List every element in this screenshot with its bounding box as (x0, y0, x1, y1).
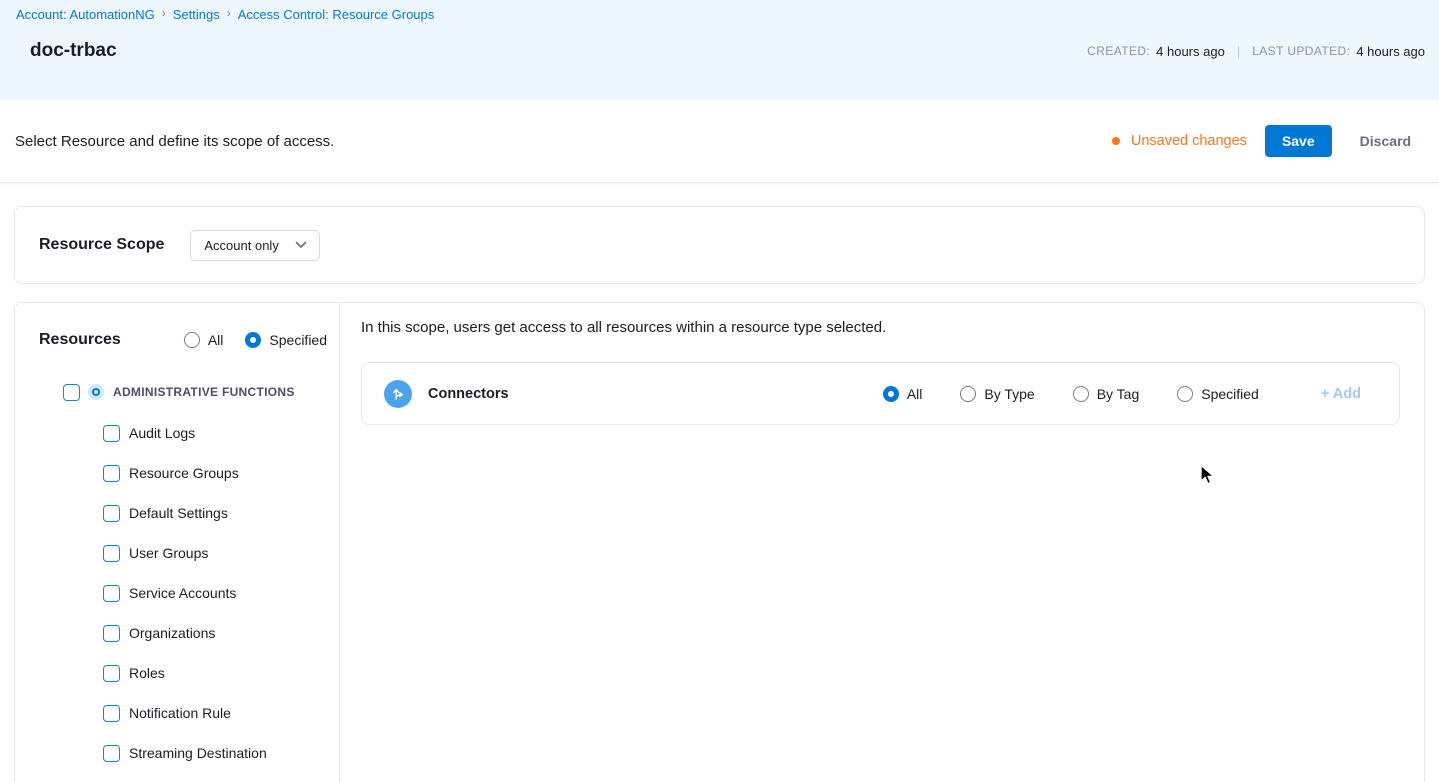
resources-panel: Resources All Specified ADMINIST (15, 303, 340, 782)
radio-label: By Tag (1097, 386, 1140, 402)
save-button[interactable]: Save (1265, 125, 1332, 157)
connectors-row-label: Connectors (428, 386, 509, 402)
resources-title: Resources (39, 331, 121, 349)
breadcrumb-separator-icon: › (227, 6, 231, 20)
radio-option-specified[interactable]: Specified (245, 332, 327, 348)
resource-item-streaming-destination[interactable]: Streaming Destination (103, 733, 327, 773)
resource-scope-dropdown[interactable]: Account only (190, 230, 319, 261)
resource-scope-dropdown-value: Account only (204, 238, 278, 253)
radio-label: By Type (984, 386, 1034, 402)
connectors-resource-row: Connectors All By Type By Tag (361, 362, 1400, 425)
item-checkbox[interactable] (103, 465, 120, 482)
last-updated-value: 4 hours ago (1356, 44, 1425, 59)
item-label: Streaming Destination (129, 745, 267, 761)
scope-detail-panel: In this scope, users get access to all r… (340, 303, 1424, 782)
item-checkbox[interactable] (103, 505, 120, 522)
item-label: Notification Rule (129, 705, 231, 721)
radio-icon[interactable] (960, 386, 976, 402)
item-checkbox[interactable] (103, 545, 120, 562)
resource-scope-card: Resource Scope Account only (14, 206, 1425, 284)
radio-option-all[interactable]: All (184, 332, 224, 348)
radio-icon[interactable] (1177, 386, 1193, 402)
breadcrumb-link-account[interactable]: Account: AutomationNG (16, 7, 155, 22)
item-checkbox[interactable] (103, 745, 120, 762)
item-label: Default Settings (129, 505, 228, 521)
item-checkbox[interactable] (103, 665, 120, 682)
item-label: Organizations (129, 625, 215, 641)
save-bar: Select Resource and define its scope of … (0, 100, 1439, 183)
created-value: 4 hours ago (1156, 44, 1225, 59)
group-label: ADMINISTRATIVE FUNCTIONS (113, 385, 295, 399)
resource-item-notification-rule[interactable]: Notification Rule (103, 693, 327, 733)
content-area: Resource Scope Account only Resources Al… (0, 206, 1439, 782)
group-administrative-functions[interactable]: ADMINISTRATIVE FUNCTIONS (63, 383, 327, 401)
radio-label: All (208, 332, 224, 348)
radio-icon[interactable] (245, 332, 261, 348)
resource-item-resource-groups[interactable]: Resource Groups (103, 453, 327, 493)
item-label: Audit Logs (129, 425, 195, 441)
resources-tree: ADMINISTRATIVE FUNCTIONS Audit Logs Reso… (39, 383, 327, 773)
item-checkbox[interactable] (103, 585, 120, 602)
item-label: Roles (129, 665, 165, 681)
account-scope-icon (88, 384, 104, 400)
created-label: CREATED: (1087, 44, 1150, 58)
breadcrumb-link-settings[interactable]: Settings (173, 7, 220, 22)
meta-divider: | (1237, 44, 1240, 59)
breadcrumb-link-access-control[interactable]: Access Control: Resource Groups (238, 7, 435, 22)
radio-option-by-type[interactable]: By Type (960, 386, 1034, 402)
breadcrumb: Account: AutomationNG › Settings › Acces… (16, 5, 1425, 23)
last-updated-label: LAST UPDATED: (1252, 44, 1350, 58)
chevron-down-icon (295, 241, 307, 249)
radio-label: All (907, 386, 923, 402)
resource-item-user-groups[interactable]: User Groups (103, 533, 327, 573)
radio-label: Specified (1201, 386, 1259, 402)
breadcrumb-separator-icon: › (162, 6, 166, 20)
page-title: doc-trbac (30, 40, 117, 62)
connectors-access-radio-group: All By Type By Tag Specified (883, 386, 1259, 402)
radio-icon[interactable] (1073, 386, 1089, 402)
item-label: Service Accounts (129, 585, 236, 601)
resource-item-organizations[interactable]: Organizations (103, 613, 327, 653)
item-checkbox[interactable] (103, 425, 120, 442)
resource-item-service-accounts[interactable]: Service Accounts (103, 573, 327, 613)
header-meta: CREATED: 4 hours ago | LAST UPDATED: 4 h… (1087, 44, 1425, 59)
item-label: User Groups (129, 545, 208, 561)
save-bar-description: Select Resource and define its scope of … (15, 133, 334, 150)
resources-body-card: Resources All Specified ADMINIST (14, 302, 1425, 782)
item-label: Resource Groups (129, 465, 239, 481)
resource-scope-label: Resource Scope (39, 236, 164, 254)
radio-icon[interactable] (184, 332, 200, 348)
resource-item-roles[interactable]: Roles (103, 653, 327, 693)
radio-option-specified[interactable]: Specified (1177, 386, 1259, 402)
unsaved-changes-label: Unsaved changes (1131, 133, 1247, 149)
discard-button[interactable]: Discard (1346, 125, 1425, 157)
connectors-icon (384, 380, 412, 408)
item-checkbox[interactable] (103, 625, 120, 642)
resource-item-audit-logs[interactable]: Audit Logs (103, 413, 327, 453)
item-checkbox[interactable] (103, 705, 120, 722)
group-checkbox[interactable] (63, 384, 80, 401)
scope-instruction-text: In this scope, users get access to all r… (361, 319, 1400, 336)
resources-mode-radio-group: All Specified (184, 332, 327, 348)
resource-item-default-settings[interactable]: Default Settings (103, 493, 327, 533)
radio-label: Specified (269, 332, 327, 348)
unsaved-changes-indicator: Unsaved changes (1112, 133, 1247, 149)
radio-option-by-tag[interactable]: By Tag (1073, 386, 1140, 402)
add-link[interactable]: + Add (1321, 386, 1361, 402)
unsaved-dot-icon (1112, 137, 1120, 145)
radio-icon[interactable] (883, 386, 899, 402)
resources-item-list: Audit Logs Resource Groups Default Setti… (39, 413, 327, 773)
radio-option-all[interactable]: All (883, 386, 923, 402)
page-header: Account: AutomationNG › Settings › Acces… (0, 0, 1439, 100)
